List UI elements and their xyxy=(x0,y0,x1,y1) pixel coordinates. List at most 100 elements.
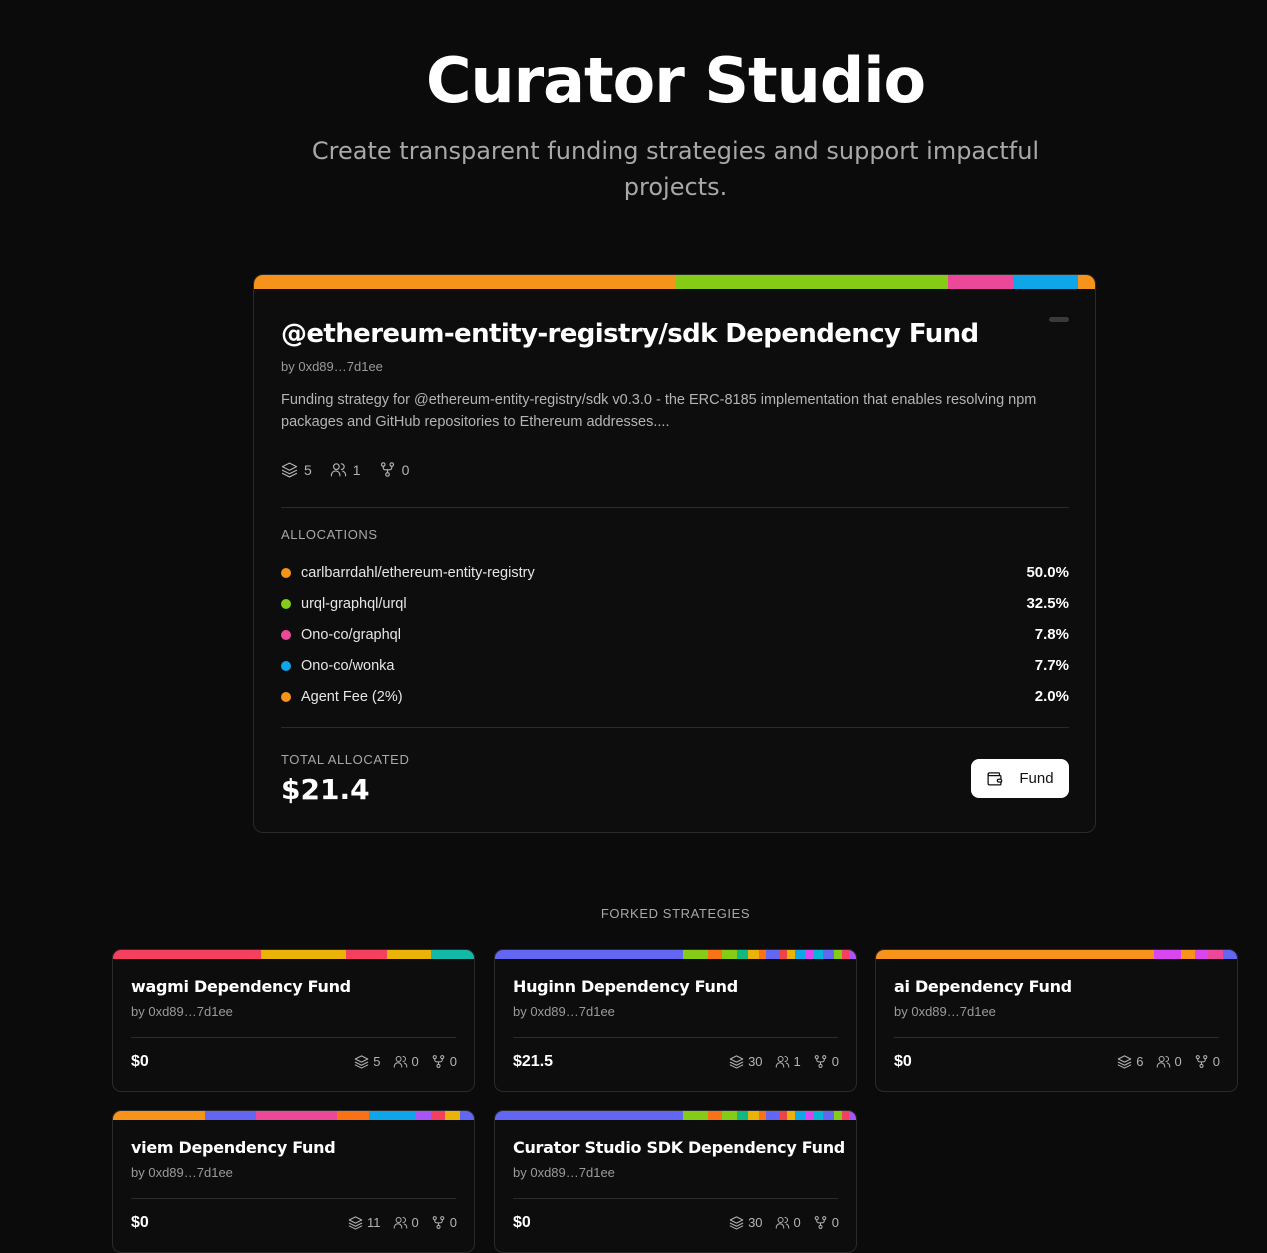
fork-icon xyxy=(1195,1055,1208,1068)
fork-icon xyxy=(814,1216,827,1229)
forked-strategy-amount: $21.5 xyxy=(513,1053,554,1070)
card-menu-button[interactable] xyxy=(1049,317,1069,322)
allocation-row[interactable]: carlbarrdahl/ethereum-entity-registry 50… xyxy=(281,557,1069,588)
users-icon xyxy=(393,1056,407,1068)
allocation-color-bar xyxy=(254,275,1095,289)
forked-strategy-card[interactable]: wagmi Dependency Fund by 0xd89…7d1ee $0 … xyxy=(112,949,475,1092)
forks-count: 0 xyxy=(449,1215,457,1230)
layers-icon xyxy=(355,1055,369,1069)
forks-stat: 0 xyxy=(813,1215,839,1230)
users-icon xyxy=(393,1217,407,1229)
allocations-list: carlbarrdahl/ethereum-entity-registry 50… xyxy=(281,557,1069,712)
curators-stat: 0 xyxy=(393,1215,419,1230)
allocation-name: Agent Fee (2%) xyxy=(301,688,403,705)
forks-stat: 0 xyxy=(1194,1054,1220,1069)
allocation-color-bar xyxy=(113,1111,474,1120)
curators-count: 0 xyxy=(411,1215,419,1230)
projects-count: 30 xyxy=(748,1054,763,1069)
fork-icon xyxy=(432,1216,445,1229)
forked-strategy-stats: 30 0 0 xyxy=(717,1215,839,1230)
allocation-percent: 7.7% xyxy=(1034,657,1069,674)
forks-stat: 0 xyxy=(431,1215,457,1230)
strategy-title[interactable]: @ethereum-entity-registry/sdk Dependency… xyxy=(281,319,979,349)
forks-stat: 0 xyxy=(813,1054,839,1069)
forked-strategy-title[interactable]: Curator Studio SDK Dependency Fund xyxy=(513,1138,845,1157)
allocation-color-bar xyxy=(495,950,856,959)
projects-stat: 30 xyxy=(729,1054,763,1069)
projects-count: 6 xyxy=(1136,1054,1144,1069)
allocation-row[interactable]: urql-graphql/urql 32.5% xyxy=(281,588,1069,619)
forked-strategy-stats: 5 0 0 xyxy=(342,1054,457,1069)
allocation-color-bar xyxy=(495,1111,856,1120)
forks-count: 0 xyxy=(1212,1054,1220,1069)
forked-strategy-title[interactable]: Huginn Dependency Fund xyxy=(513,977,738,996)
forked-strategy-author: by 0xd89…7d1ee xyxy=(131,1004,233,1019)
fork-icon xyxy=(814,1055,827,1068)
users-icon xyxy=(775,1217,789,1229)
divider xyxy=(131,1198,456,1199)
divider xyxy=(281,727,1069,728)
forked-strategy-card[interactable]: viem Dependency Fund by 0xd89…7d1ee $0 1… xyxy=(112,1110,475,1253)
forked-strategy-author: by 0xd89…7d1ee xyxy=(131,1165,233,1180)
layers-icon xyxy=(348,1216,363,1230)
allocation-color-bar xyxy=(113,950,474,959)
forked-strategy-title[interactable]: ai Dependency Fund xyxy=(894,977,1072,996)
forked-strategy-stats: 30 1 0 xyxy=(717,1054,839,1069)
forked-strategy-card[interactable]: ai Dependency Fund by 0xd89…7d1ee $0 6 0… xyxy=(875,949,1238,1092)
layers-icon xyxy=(281,462,298,478)
forked-strategies-heading: FORKED STRATEGIES xyxy=(600,906,751,921)
allocation-color-dot xyxy=(281,567,291,578)
forked-strategy-amount: $0 xyxy=(513,1214,531,1231)
curators-count: 1 xyxy=(352,461,361,478)
forked-strategy-amount: $0 xyxy=(131,1053,149,1070)
allocation-percent: 7.8% xyxy=(1034,626,1069,643)
curators-stat: 1 xyxy=(330,461,361,478)
divider xyxy=(131,1037,456,1038)
projects-count: 5 xyxy=(304,461,312,478)
users-icon xyxy=(775,1056,789,1068)
strategy-stats: 5 1 0 xyxy=(281,461,427,478)
users-icon xyxy=(1156,1056,1170,1068)
forked-strategy-stats: 11 0 0 xyxy=(336,1215,457,1230)
layers-icon xyxy=(1118,1055,1132,1069)
strategy-card[interactable]: @ethereum-entity-registry/sdk Dependency… xyxy=(253,274,1096,833)
forked-strategy-stats: 6 0 0 xyxy=(1105,1054,1220,1069)
forked-strategy-card[interactable]: Curator Studio SDK Dependency Fund by 0x… xyxy=(494,1110,857,1253)
allocation-color-dot xyxy=(281,598,291,609)
allocation-color-bar xyxy=(876,950,1237,959)
allocation-name: Ono-co/graphql xyxy=(301,626,401,643)
divider xyxy=(281,507,1069,508)
curators-count: 0 xyxy=(1174,1054,1182,1069)
strategy-author: by 0xd89…7d1ee xyxy=(281,359,383,374)
total-allocated-value: $21.4 xyxy=(281,773,370,806)
forked-strategy-author: by 0xd89…7d1ee xyxy=(894,1004,996,1019)
allocation-row[interactable]: Agent Fee (2%) 2.0% xyxy=(281,681,1069,712)
projects-stat: 11 xyxy=(348,1215,381,1230)
forks-count: 0 xyxy=(401,461,410,478)
projects-stat: 30 xyxy=(729,1215,763,1230)
allocation-percent: 50.0% xyxy=(1026,564,1069,581)
fund-button[interactable]: Fund xyxy=(971,759,1069,798)
forked-strategy-amount: $0 xyxy=(894,1053,912,1070)
curators-stat: 0 xyxy=(393,1054,419,1069)
allocation-row[interactable]: Ono-co/graphql 7.8% xyxy=(281,619,1069,650)
forked-strategy-title[interactable]: wagmi Dependency Fund xyxy=(131,977,351,996)
allocations-heading: ALLOCATIONS xyxy=(281,527,378,542)
allocation-name: carlbarrdahl/ethereum-entity-registry xyxy=(301,564,535,581)
fork-icon xyxy=(432,1055,445,1068)
fund-button-label: Fund xyxy=(1019,770,1054,787)
curators-stat: 0 xyxy=(775,1215,801,1230)
projects-stat: 6 xyxy=(1117,1054,1144,1069)
projects-count: 11 xyxy=(367,1215,381,1230)
forked-strategy-author: by 0xd89…7d1ee xyxy=(513,1165,615,1180)
users-icon xyxy=(330,463,346,477)
strategy-description: Funding strategy for @ethereum-entity-re… xyxy=(281,392,1037,430)
allocation-name: urql-graphql/urql xyxy=(301,595,407,612)
forked-strategy-card[interactable]: Huginn Dependency Fund by 0xd89…7d1ee $2… xyxy=(494,949,857,1092)
allocation-row[interactable]: Ono-co/wonka 7.7% xyxy=(281,650,1069,681)
forked-strategy-title[interactable]: viem Dependency Fund xyxy=(131,1138,336,1157)
forked-strategy-amount: $0 xyxy=(131,1214,149,1231)
forks-count: 0 xyxy=(831,1054,839,1069)
projects-count: 30 xyxy=(748,1215,763,1230)
layers-icon xyxy=(729,1216,744,1230)
